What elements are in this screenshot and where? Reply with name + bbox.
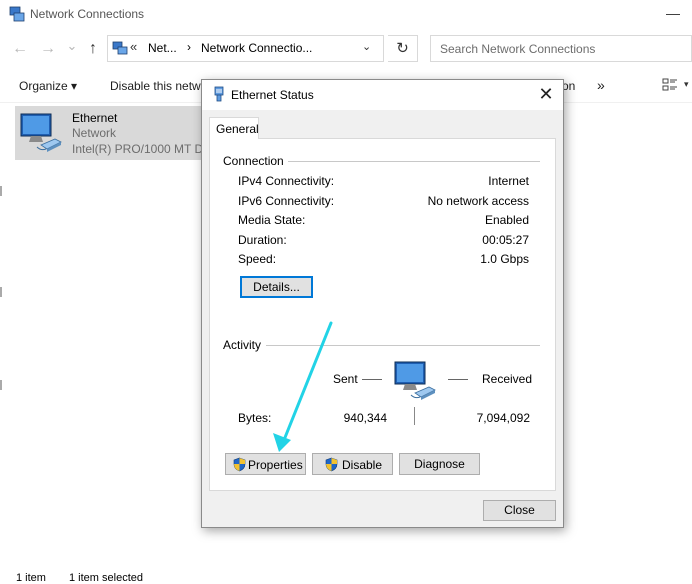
admin-shield-icon bbox=[233, 457, 246, 472]
window-title-bar: Network Connections — bbox=[0, 0, 692, 30]
bytes-divider bbox=[414, 407, 415, 425]
ipv4-connectivity-label: IPv4 Connectivity: bbox=[238, 174, 335, 188]
activity-group-label: Activity bbox=[223, 338, 266, 352]
more-commands-button[interactable]: » bbox=[597, 77, 605, 93]
refresh-button[interactable]: ↻ bbox=[388, 35, 418, 62]
search-input[interactable]: Search Network Connections bbox=[430, 35, 692, 62]
disable-button[interactable]: Disable bbox=[312, 453, 393, 475]
speed-value: 1.0 Gbps bbox=[480, 252, 529, 266]
connection-network: Network bbox=[72, 126, 117, 140]
close-button[interactable]: Close bbox=[483, 500, 556, 521]
back-button[interactable]: ← bbox=[9, 37, 31, 61]
connection-group-label: Connection bbox=[223, 154, 288, 168]
general-tab-panel: Connection IPv4 Connectivity: Internet I… bbox=[209, 138, 556, 491]
ethernet-connection-item[interactable]: Ethernet Network Intel(R) PRO/1000 MT De bbox=[15, 106, 210, 160]
properties-button[interactable]: Properties bbox=[225, 453, 306, 475]
connection-adapter: Intel(R) PRO/1000 MT De bbox=[72, 142, 210, 156]
bytes-label: Bytes: bbox=[238, 411, 272, 425]
dialog-title: Ethernet Status bbox=[231, 88, 314, 102]
forward-button[interactable]: → bbox=[37, 37, 59, 61]
minimize-button[interactable]: — bbox=[658, 2, 688, 26]
status-selected-count: 1 item selected bbox=[69, 572, 143, 584]
pane-edge-mark bbox=[0, 380, 2, 390]
ipv6-connectivity-label: IPv6 Connectivity: bbox=[238, 194, 335, 208]
window-title: Network Connections bbox=[30, 7, 145, 21]
recent-locations-button[interactable]: ⌄ bbox=[61, 34, 83, 58]
activity-group-line bbox=[266, 345, 540, 346]
command-text-fragment[interactable]: on bbox=[562, 79, 575, 93]
received-label: Received bbox=[482, 372, 533, 386]
address-bar[interactable]: « Net... › Network Connectio... ⌄ bbox=[107, 35, 384, 62]
duration-value: 00:05:27 bbox=[482, 233, 529, 247]
received-bytes-value: 7,094,092 bbox=[476, 411, 530, 425]
duration-label: Duration: bbox=[238, 233, 287, 247]
tab-general-label: General bbox=[216, 122, 259, 136]
ethernet-adapter-icon bbox=[20, 113, 62, 152]
network-folder-icon bbox=[112, 41, 128, 55]
sent-bytes-value: 940,344 bbox=[343, 411, 387, 425]
view-options-dropdown[interactable]: ▾ bbox=[684, 79, 689, 90]
up-button[interactable]: ↑ bbox=[82, 37, 104, 61]
pane-edge-mark bbox=[0, 186, 2, 196]
breadcrumb-separator[interactable]: › bbox=[187, 40, 191, 54]
change-view-icon[interactable] bbox=[662, 77, 678, 93]
connection-group-line bbox=[280, 161, 540, 162]
details-button[interactable]: Details... bbox=[240, 276, 313, 298]
received-line bbox=[448, 379, 468, 380]
speed-label: Speed: bbox=[238, 252, 277, 266]
ethernet-plug-icon bbox=[214, 86, 224, 102]
tab-general[interactable]: General bbox=[209, 117, 259, 139]
media-state-label: Media State: bbox=[238, 213, 306, 227]
address-dropdown-button[interactable]: ⌄ bbox=[362, 40, 371, 53]
diagnose-button[interactable]: Diagnose bbox=[399, 453, 480, 475]
sent-label: Sent bbox=[333, 372, 358, 386]
disable-network-device-button[interactable]: Disable this netw bbox=[110, 79, 201, 93]
admin-shield-icon bbox=[325, 457, 338, 472]
ethernet-status-dialog: Ethernet Status ✕ General Connection IPv… bbox=[201, 79, 564, 528]
organize-button[interactable]: Organize ▾ bbox=[19, 79, 77, 93]
status-item-count: 1 item bbox=[16, 572, 46, 584]
pane-edge-mark bbox=[0, 287, 2, 297]
connection-name: Ethernet bbox=[72, 111, 118, 125]
dialog-close-x-button[interactable]: ✕ bbox=[534, 83, 558, 107]
network-connections-icon bbox=[9, 6, 25, 22]
network-activity-icon bbox=[394, 361, 436, 400]
address-overflow-chevron[interactable]: « bbox=[130, 39, 137, 54]
properties-button-label: Properties bbox=[248, 458, 303, 472]
ipv4-connectivity-value: Internet bbox=[488, 174, 529, 188]
dialog-title-bar: Ethernet Status ✕ bbox=[202, 80, 563, 110]
breadcrumb-network[interactable]: Net... bbox=[148, 41, 177, 55]
ipv6-connectivity-value: No network access bbox=[427, 194, 529, 208]
breadcrumb-network-connections[interactable]: Network Connectio... bbox=[201, 41, 312, 55]
sent-line bbox=[362, 379, 382, 380]
media-state-value: Enabled bbox=[484, 213, 529, 227]
disable-button-label: Disable bbox=[342, 458, 383, 472]
